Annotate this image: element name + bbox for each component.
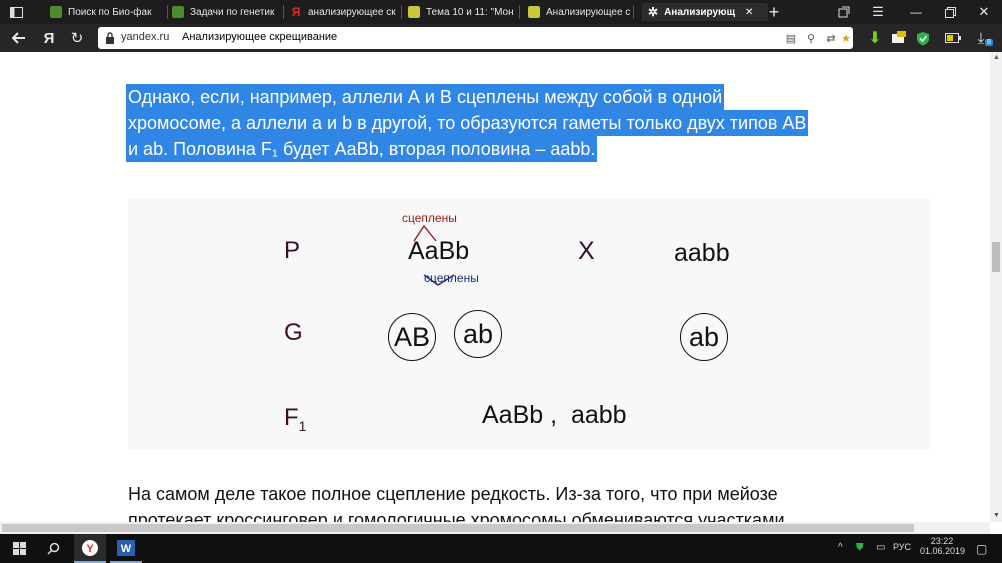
reader-mode-icon[interactable]: ▤ bbox=[783, 31, 799, 45]
tab-label: Поиск по Био-фак bbox=[68, 6, 152, 18]
highlighted-line-2: хромосоме, а аллели а и b в другой, то о… bbox=[126, 110, 809, 136]
tray-expand-icon[interactable]: ^ bbox=[838, 542, 843, 553]
windows-start-icon[interactable] bbox=[8, 534, 30, 563]
book-favicon-icon bbox=[528, 6, 540, 18]
tray-shield-icon[interactable]: ⛊ bbox=[856, 542, 864, 553]
tab-6-active[interactable]: ✲ Анализирующ ✕ bbox=[642, 3, 768, 21]
book-favicon-icon bbox=[408, 6, 420, 18]
page-content: Однако, если, например, аллели А и В сце… bbox=[0, 52, 990, 522]
tab-label: Анализирующ bbox=[664, 6, 736, 18]
vertical-scroll-thumb[interactable] bbox=[992, 242, 1000, 272]
adguard-shield-icon[interactable] bbox=[912, 28, 934, 48]
close-tab-icon[interactable]: ✕ bbox=[745, 7, 753, 18]
clock-date: 01.06.2019 bbox=[920, 546, 966, 556]
tab-label: Анализирующее с bbox=[546, 6, 631, 18]
protect-icon[interactable] bbox=[832, 2, 856, 22]
tab-4[interactable]: Тема 10 и 11: "Мон bbox=[408, 3, 520, 21]
highlighted-line-3: и аb. Половина F₁ будет АаВb, вторая пол… bbox=[126, 136, 598, 162]
taskbar-word[interactable]: W bbox=[110, 534, 142, 563]
yandex-browser-icon: Y bbox=[82, 539, 98, 556]
language-indicator[interactable]: РУС bbox=[893, 542, 911, 552]
yandex-favicon-icon: Я bbox=[291, 5, 301, 19]
paragraph-text: На самом деле такое полное сцепление ред… bbox=[128, 481, 848, 522]
minimize-icon[interactable]: — bbox=[904, 2, 928, 22]
crossing-diagram: P G F1 сцеплены AaBb сцеплены X aabb AB … bbox=[128, 199, 930, 449]
gamete-circle-ab-lower: ab bbox=[454, 310, 502, 358]
svg-text:Y: Y bbox=[86, 543, 94, 555]
tab-label: анализирующее ск bbox=[308, 6, 396, 18]
clock-time: 23:22 bbox=[930, 536, 954, 546]
yandex-logo-icon[interactable]: Я bbox=[38, 28, 60, 48]
address-bar[interactable]: yandex.ru Анализирующее скрещивание ▤ ⚲ … bbox=[98, 27, 853, 49]
taskbar-yandex-browser[interactable]: Y bbox=[74, 534, 106, 563]
offspring-genotypes: AaBb , aabb bbox=[482, 401, 627, 429]
clock[interactable]: 23:22 01.06.2019 bbox=[920, 536, 966, 556]
row-label-f: F1 bbox=[284, 404, 307, 434]
restore-icon[interactable] bbox=[938, 2, 962, 22]
cross-sign: X bbox=[578, 237, 595, 265]
browser-toolbar: Я ↻ yandex.ru Анализирующее скрещивание … bbox=[0, 24, 1002, 52]
tab-3[interactable]: Я анализирующее ск bbox=[290, 3, 402, 21]
favicon-icon bbox=[172, 6, 184, 18]
reload-icon[interactable]: ↻ bbox=[66, 28, 88, 48]
tab-label: Задачи по генетик bbox=[190, 6, 275, 18]
row-label-p: P bbox=[284, 237, 301, 264]
paragraph-line-2: протекает кроссинговер и гомологичные хр… bbox=[128, 510, 785, 522]
gamete-circle-ab-upper: AB bbox=[388, 313, 436, 361]
address-domain: yandex.ru bbox=[121, 31, 170, 43]
close-window-icon[interactable]: ✕ bbox=[972, 2, 996, 22]
translate-icon[interactable]: ⇄ bbox=[823, 31, 839, 45]
paragraph-line-1: На самом деле такое полное сцепление ред… bbox=[128, 484, 778, 504]
scroll-down-icon[interactable]: ▼ bbox=[993, 512, 1000, 519]
parent2-genotype: aabb bbox=[674, 239, 730, 267]
gear-favicon-icon: ✲ bbox=[648, 5, 659, 19]
vertical-scrollbar[interactable]: ▲ ▼ bbox=[990, 52, 1002, 522]
menu-icon[interactable]: ☰ bbox=[866, 2, 890, 22]
word-icon: W bbox=[117, 539, 135, 556]
network-icon[interactable]: ▭ bbox=[876, 542, 885, 553]
tab-list-icon[interactable] bbox=[4, 2, 28, 22]
battery-icon[interactable] bbox=[942, 28, 964, 48]
tab-label: Тема 10 и 11: "Мон bbox=[426, 6, 514, 18]
parent1-genotype: AaBb bbox=[408, 237, 470, 265]
search-icon[interactable]: ⚲ bbox=[803, 31, 819, 45]
tab-2[interactable]: Задачи по генетик bbox=[172, 3, 284, 21]
favicon-icon bbox=[50, 6, 62, 18]
tab-5[interactable]: Анализирующее с bbox=[528, 3, 634, 21]
row-label-g: G bbox=[284, 319, 303, 346]
svg-text:W: W bbox=[121, 543, 132, 555]
extension-icon[interactable] bbox=[888, 28, 910, 48]
horizontal-scroll-thumb[interactable] bbox=[2, 524, 914, 532]
search-icon[interactable] bbox=[42, 534, 64, 563]
highlighted-line-1: Однако, если, например, аллели А и В сце… bbox=[126, 84, 725, 110]
back-arrow-icon[interactable] bbox=[8, 28, 30, 48]
bookmark-star-icon[interactable]: ★ bbox=[838, 31, 854, 45]
horizontal-scrollbar[interactable] bbox=[0, 522, 990, 534]
new-tab-button[interactable]: + bbox=[762, 2, 786, 22]
linked-label-bottom: сцеплены bbox=[424, 271, 479, 285]
download-arrow-icon[interactable]: ⬇ bbox=[864, 28, 886, 48]
windows-taskbar: Y W ^ ⛊ ▭ РУС 23:22 01.06.2019 ▢ bbox=[0, 534, 1002, 563]
scroll-up-icon[interactable]: ▲ bbox=[993, 54, 1000, 61]
tab-strip: Поиск по Био-фак Задачи по генетик Я ана… bbox=[0, 0, 1002, 24]
gamete-circle-ab-recessive: ab bbox=[680, 313, 728, 361]
lock-icon bbox=[106, 32, 114, 44]
notifications-icon[interactable]: ▢ bbox=[976, 542, 987, 556]
downloads-count-badge: 8 bbox=[985, 39, 993, 46]
address-page-title: Анализирующее скрещивание bbox=[182, 31, 338, 43]
tab-1[interactable]: Поиск по Био-фак bbox=[50, 3, 168, 21]
